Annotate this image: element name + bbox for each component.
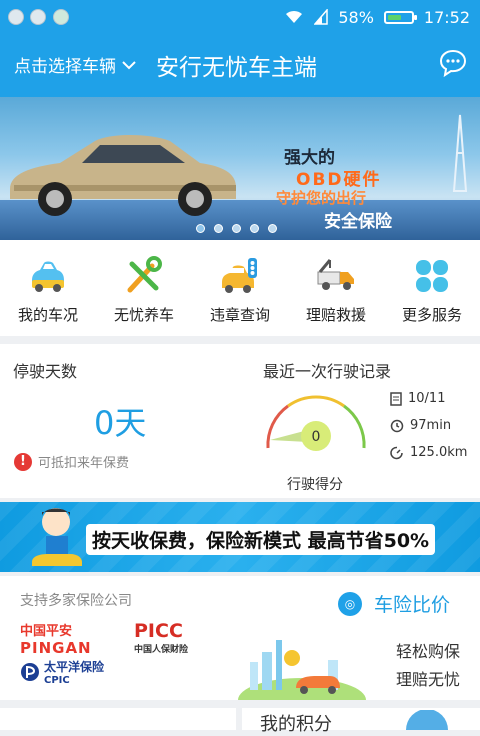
traffic-light-car-icon	[222, 258, 257, 293]
insurance-title: 支持多家保险公司	[20, 593, 132, 609]
bottom-section: 我的积分	[0, 700, 480, 735]
four-petal-icon	[416, 260, 448, 292]
service-menu: 我的车况 无忧养车 违章查询 理赔救援 更多服务	[0, 240, 480, 336]
score-gauge[interactable]: 0	[260, 386, 372, 458]
battery-percent: 58%	[338, 7, 374, 27]
menu-label: 理赔救援	[305, 306, 366, 324]
menu-item-violation-query[interactable]: 违章查询	[192, 240, 288, 336]
compare-icon: ◎	[338, 591, 362, 616]
carousel-indicator	[196, 224, 277, 233]
parking-days-title: 停驶天数	[13, 362, 78, 381]
promo-carousel[interactable]: 强大的 OBD硬件 守护您的出行 安全保险	[0, 97, 480, 240]
battery-icon	[383, 10, 417, 24]
odometer-icon	[390, 446, 403, 459]
menu-label: 违章查询	[209, 306, 270, 324]
deduction-note: ! 可抵扣来年保费	[14, 452, 129, 471]
promo-text: 按天收保费，保险新模式 最高节省50%	[86, 524, 436, 555]
car-icon	[32, 261, 64, 292]
carousel-dot[interactable]	[250, 224, 259, 233]
select-vehicle-button[interactable]: 点击选择车辆	[14, 52, 136, 77]
points-card[interactable]: 我的积分	[242, 708, 480, 735]
chevron-down-icon	[122, 60, 136, 69]
score-value: 0	[312, 429, 321, 445]
insurance-card: 支持多家保险公司 中国平安 PINGAN PICC 中国人保财险 太平洋保险 C…	[0, 576, 480, 700]
carousel-dot[interactable]	[196, 224, 205, 233]
menu-item-car-maintenance[interactable]: 无忧养车	[96, 240, 192, 336]
carousel-dot[interactable]	[232, 224, 241, 233]
carousel-dot[interactable]	[214, 224, 223, 233]
cpic-name: 太平洋保险	[44, 660, 105, 674]
notification-icon	[53, 9, 69, 25]
points-title: 我的积分	[260, 714, 332, 735]
status-bar: 58% 17:52	[0, 0, 480, 34]
points-icon	[406, 710, 448, 730]
deduction-note-text: 可抵扣来年保费	[38, 456, 130, 471]
drive-duration-row: 97min	[390, 418, 451, 433]
cartoon-figure-image	[32, 508, 82, 566]
menu-label: 无忧养车	[113, 306, 174, 324]
city-illustration	[238, 640, 366, 700]
compare-line-1: 轻松购保	[395, 642, 460, 661]
menu-item-more-services[interactable]: 更多服务	[384, 240, 480, 336]
tower-image	[452, 114, 468, 192]
page-title: 安行无忧车主端	[156, 55, 317, 81]
picc-name: PICC	[134, 620, 183, 642]
cpic-name-en: CPIC	[44, 675, 70, 686]
last-drive-title: 最近一次行驶记录	[263, 362, 392, 381]
drive-distance-row: 125.0km	[390, 445, 467, 460]
promo-banner[interactable]: 按天收保费，保险新模式 最高节省50%	[0, 502, 480, 572]
score-label: 行驶得分	[287, 477, 343, 493]
banner-line-4: 安全保险	[324, 212, 392, 232]
signal-icon	[314, 9, 329, 25]
clock: 17:52	[423, 7, 470, 27]
drive-duration: 97min	[410, 418, 452, 433]
picc-name-sub: 中国人保财险	[134, 645, 189, 655]
drive-distance: 125.0km	[410, 445, 468, 460]
clock-icon	[390, 419, 404, 432]
cpic-logo: 太平洋保险 CPIC	[20, 658, 104, 686]
driving-stats-card: 停驶天数 0天 ! 可抵扣来年保费 最近一次行驶记录 0 行驶得分 10/11 …	[0, 344, 480, 498]
pingan-name-en: PINGAN	[20, 639, 92, 657]
message-icon[interactable]	[438, 48, 468, 78]
select-vehicle-label: 点击选择车辆	[14, 57, 116, 77]
warning-icon: !	[14, 452, 32, 471]
carousel-dot[interactable]	[268, 224, 277, 233]
compare-line-2: 理赔无忧	[395, 670, 460, 689]
insurance-compare-button[interactable]: ◎ 车险比价	[338, 590, 450, 617]
pingan-name: 中国平安	[20, 624, 73, 639]
picc-logo: PICC 中国人保财险	[134, 620, 188, 655]
notification-icon	[30, 9, 46, 25]
notification-icon	[8, 9, 24, 25]
parking-days-value: 0天	[94, 404, 147, 442]
menu-item-my-car-status[interactable]: 我的车况	[0, 240, 96, 336]
menu-label: 更多服务	[401, 306, 462, 324]
bottom-left-card[interactable]	[0, 708, 236, 730]
document-icon	[390, 391, 402, 406]
banner-line-3: 守护您的出行	[276, 189, 367, 207]
app-header: 点击选择车辆 安行无忧车主端	[0, 34, 480, 97]
menu-label: 我的车况	[17, 306, 78, 324]
car-image	[10, 135, 236, 216]
wifi-icon	[286, 10, 303, 23]
pingan-logo: 中国平安 PINGAN	[20, 620, 92, 657]
tow-truck-icon	[317, 259, 354, 290]
menu-item-claims-rescue[interactable]: 理赔救援	[288, 240, 384, 336]
drive-date: 10/11	[408, 391, 446, 406]
compare-title: 车险比价	[374, 594, 451, 616]
wrench-screwdriver-icon	[127, 256, 162, 293]
cpic-mark-icon	[21, 663, 39, 681]
drive-date-row: 10/11	[390, 391, 445, 406]
